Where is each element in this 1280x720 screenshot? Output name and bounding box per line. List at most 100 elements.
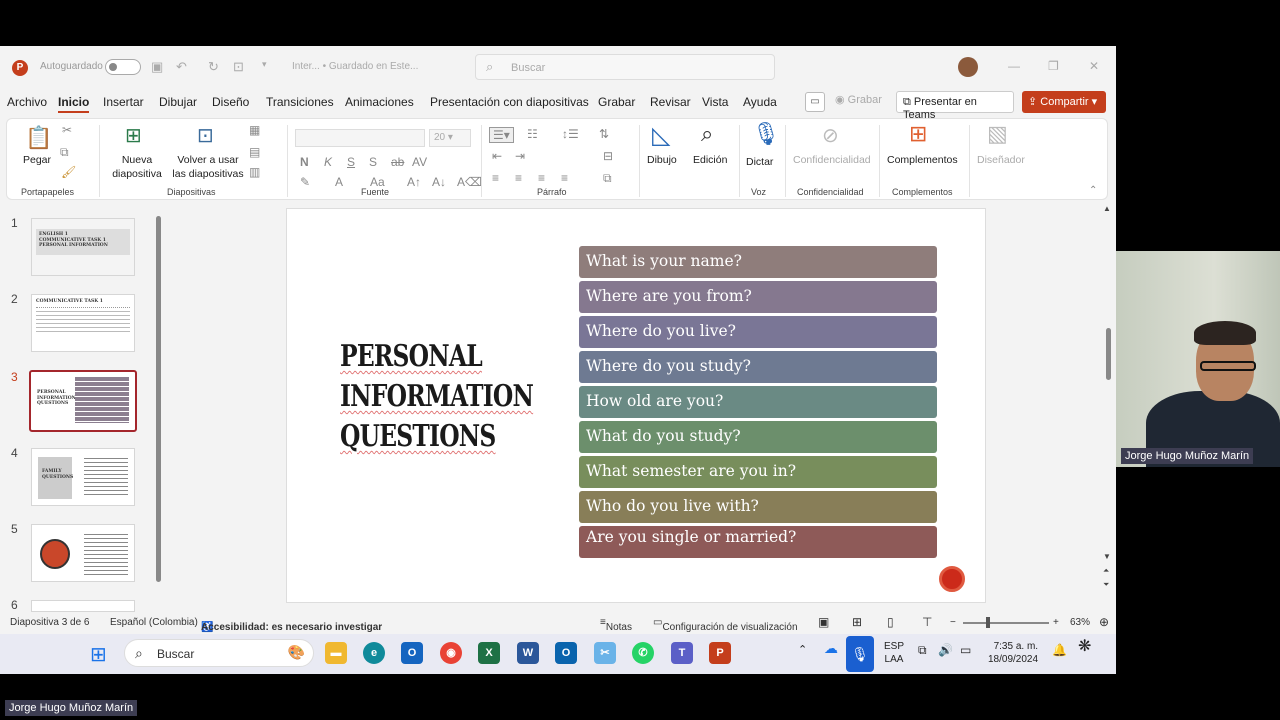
align-center-icon[interactable]: ≡ xyxy=(515,171,522,185)
increase-indent-icon[interactable]: ⇥ xyxy=(515,149,525,163)
question-item[interactable]: What do you study? xyxy=(579,421,937,453)
strikethrough-icon[interactable]: ab xyxy=(391,155,404,169)
smartart-icon[interactable]: ⧉ xyxy=(603,171,612,186)
slide-canvas[interactable]: PERSONAL INFORMATION QUESTIONS What is y… xyxy=(287,209,985,602)
section-icon[interactable]: ▥ xyxy=(249,165,260,179)
undo-icon[interactable]: ↶ xyxy=(176,59,187,75)
save-icon[interactable]: ▣ xyxy=(151,59,163,75)
line-spacing-icon[interactable]: ↕☰ xyxy=(562,127,579,141)
zoom-level[interactable]: 63% xyxy=(1070,617,1090,628)
teams-icon[interactable]: T xyxy=(671,642,693,664)
zoom-out-icon[interactable]: − xyxy=(950,617,956,628)
onedrive-icon[interactable]: ☁ xyxy=(824,641,838,655)
dictate-button[interactable]: Dictar xyxy=(746,155,773,169)
outlook-icon[interactable]: O xyxy=(401,642,423,664)
tab-presentacion[interactable]: Presentación con diapositivas xyxy=(430,95,589,109)
slide-thumbnail-6[interactable] xyxy=(31,600,135,612)
microphone-in-use-icon[interactable]: 🎙 xyxy=(846,636,874,672)
show-hidden-icons-icon[interactable]: ⌃ xyxy=(798,644,807,657)
questions-list[interactable]: What is your name? Where are you from? Whe… xyxy=(579,246,937,561)
zoom-slider-handle[interactable] xyxy=(986,617,990,628)
font-color-icon[interactable]: A xyxy=(335,175,343,189)
zoom-in-icon[interactable]: + xyxy=(1053,617,1059,628)
question-item[interactable]: Where are you from? xyxy=(579,281,937,313)
sensitivity-button[interactable]: Confidencialidad xyxy=(793,153,871,167)
decrease-indent-icon[interactable]: ⇤ xyxy=(492,149,502,163)
shadow-button[interactable]: S xyxy=(369,155,377,169)
tab-inicio[interactable]: Inicio xyxy=(58,95,90,113)
battery-icon[interactable]: ▭ xyxy=(960,644,971,657)
font-size-select[interactable]: 20 ▾ xyxy=(429,129,471,147)
maximize-icon[interactable]: ❐ xyxy=(1048,59,1059,73)
question-item[interactable]: Where do you live? xyxy=(579,316,937,348)
italic-button[interactable]: K xyxy=(324,155,332,169)
notifications-icon[interactable]: 🔔 xyxy=(1052,644,1067,657)
highlight-icon[interactable]: ✎ xyxy=(300,175,310,189)
tab-dibujar[interactable]: Dibujar xyxy=(159,95,197,109)
question-item[interactable]: What is your name? xyxy=(579,246,937,278)
new-slide-button[interactable]: Nueva diapositiva xyxy=(107,153,167,181)
outlook-new-icon[interactable]: O xyxy=(555,642,577,664)
scroll-up-icon[interactable]: ▲ xyxy=(1103,204,1111,213)
editing-button[interactable]: Edición xyxy=(693,153,727,167)
tab-archivo[interactable]: Archivo xyxy=(7,95,47,109)
document-name[interactable]: Inter... • Guardado en Este... xyxy=(292,61,418,72)
phone-link-icon[interactable]: ⧉ xyxy=(918,644,927,657)
scroll-down-icon[interactable]: ▼ xyxy=(1103,552,1111,561)
zoom-slider[interactable] xyxy=(963,622,1049,624)
search-input[interactable]: ⌕ Buscar xyxy=(475,54,775,80)
tab-animaciones[interactable]: Animaciones xyxy=(345,95,414,109)
designer-button[interactable]: Diseñador xyxy=(977,153,1025,167)
record-button[interactable]: ◉ Grabar xyxy=(835,93,882,106)
tab-transiciones[interactable]: Transiciones xyxy=(266,95,334,109)
numbering-icon[interactable]: ☷ xyxy=(527,127,538,141)
minimize-icon[interactable]: — xyxy=(1008,59,1020,73)
powerpoint-taskbar-icon[interactable]: P xyxy=(709,642,731,664)
notes-button[interactable]: ≡ Notas xyxy=(600,617,632,633)
align-left-icon[interactable]: ≡ xyxy=(492,171,499,185)
slide-sorter-icon[interactable]: ⊞ xyxy=(852,615,862,629)
addins-button[interactable]: Complementos xyxy=(887,153,958,167)
drawing-button[interactable]: Dibujo xyxy=(647,153,677,167)
slideshow-icon[interactable]: ⊤ xyxy=(922,615,932,629)
edge-icon[interactable]: e xyxy=(363,642,385,664)
language-indicator[interactable]: Español (Colombia) xyxy=(110,617,198,628)
slide-thumbnail-1[interactable]: ENGLISH 1 COMMUNICATIVE TASK 1 PERSONAL … xyxy=(31,218,135,276)
slide-thumbnail-3[interactable]: PERSONAL INFORMATION QUESTIONS xyxy=(29,370,137,432)
align-text-icon[interactable]: ⊟ xyxy=(603,149,613,163)
underline-button[interactable]: S xyxy=(347,155,355,169)
char-spacing-icon[interactable]: AV xyxy=(412,155,427,169)
shrink-font-icon[interactable]: A↓ xyxy=(432,175,446,189)
present-in-teams-button[interactable]: ⧉ Presentar en Teams xyxy=(896,91,1014,121)
whatsapp-icon[interactable]: ✆ xyxy=(632,642,654,664)
thumbnails-scrollbar[interactable] xyxy=(156,216,161,582)
bullets-icon[interactable]: ☰▾ xyxy=(489,127,514,143)
bold-button[interactable]: N xyxy=(300,155,309,169)
reuse-slides-button[interactable]: Volver a usar las diapositivas xyxy=(172,153,244,181)
font-family-select[interactable] xyxy=(295,129,425,147)
volume-icon[interactable]: 🔊 xyxy=(938,644,953,657)
close-icon[interactable]: ✕ xyxy=(1089,59,1099,73)
clock[interactable]: 7:35 a. m. 18/09/2024 xyxy=(988,640,1038,666)
next-slide-icon[interactable]: ⏷ xyxy=(1103,580,1109,590)
file-explorer-icon[interactable]: ▬ xyxy=(325,642,347,664)
tab-revisar[interactable]: Revisar xyxy=(650,95,691,109)
collapse-ribbon-icon[interactable]: ⌃ xyxy=(1089,185,1097,196)
autosave-toggle[interactable] xyxy=(105,59,141,75)
display-settings-button[interactable]: ▭ Configuración de visualización xyxy=(653,617,798,633)
avatar[interactable] xyxy=(958,57,978,77)
previous-slide-icon[interactable]: ⏶ xyxy=(1103,566,1109,576)
copilot-icon[interactable]: ❋ xyxy=(1078,639,1091,655)
cut-icon[interactable]: ✂ xyxy=(62,123,72,137)
slide-thumbnail-2[interactable]: COMMUNICATIVE TASK 1 xyxy=(31,294,135,352)
word-icon[interactable]: W xyxy=(517,642,539,664)
grow-font-icon[interactable]: A↑ xyxy=(407,175,421,189)
tab-diseno[interactable]: Diseño xyxy=(212,95,249,109)
fit-slide-icon[interactable]: ⊕ xyxy=(1099,615,1109,629)
text-direction-icon[interactable]: ⇅ xyxy=(599,127,609,141)
snipping-tool-icon[interactable]: ✂ xyxy=(594,642,616,664)
excel-icon[interactable]: X xyxy=(478,642,500,664)
slide-thumbnail-4[interactable]: FAMILY QUESTIONS xyxy=(31,448,135,506)
paste-button[interactable]: Pegar xyxy=(23,153,51,167)
question-item[interactable]: Who do you live with? xyxy=(579,491,937,523)
